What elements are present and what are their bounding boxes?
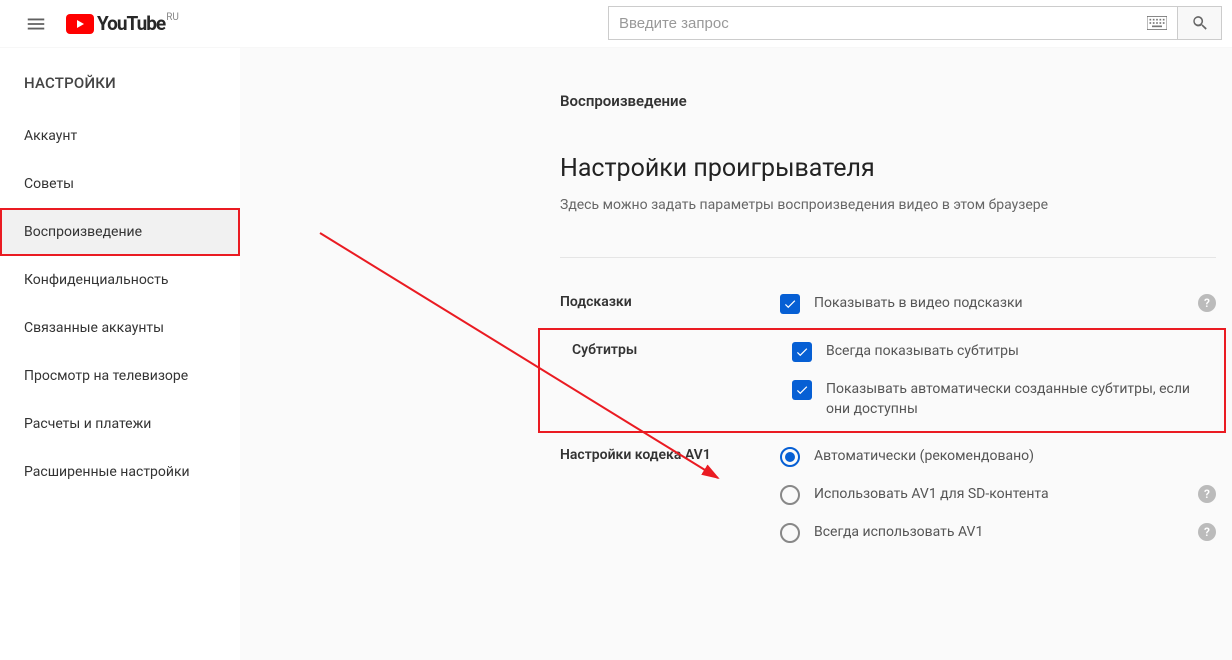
search-box: [608, 6, 1178, 40]
option-row: Автоматически (рекомендовано): [780, 447, 1216, 467]
sidebar-item-label: Просмотр на телевизоре: [24, 368, 188, 384]
page-description: Здесь можно задать параметры воспроизвед…: [560, 197, 1232, 213]
sidebar-item-connected[interactable]: Связанные аккаунты: [0, 304, 240, 352]
option-row: Использовать AV1 для SD-контента ?: [780, 485, 1216, 505]
help-icon[interactable]: ?: [1198, 485, 1216, 503]
sidebar-item-label: Связанные аккаунты: [24, 320, 164, 336]
checkbox-auto-subs[interactable]: [792, 380, 812, 400]
option-row: Всегда использовать AV1 ?: [780, 523, 1216, 543]
sidebar-item-label: Расчеты и платежи: [24, 416, 151, 432]
divider: [560, 257, 1216, 258]
help-icon[interactable]: ?: [1198, 294, 1216, 312]
option-label: Всегда показывать субтитры: [826, 342, 1214, 362]
help-icon[interactable]: ?: [1198, 523, 1216, 541]
option-label: Использовать AV1 для SD-контента: [814, 485, 1184, 505]
setting-group-head: Субтитры: [572, 342, 792, 358]
keyboard-icon[interactable]: [1147, 16, 1167, 30]
sidebar-item-label: Аккаунт: [24, 128, 77, 144]
setting-group-head: Настройки кодека AV1: [560, 447, 780, 463]
checkbox-show-hints[interactable]: [780, 294, 800, 314]
check-icon: [783, 297, 797, 311]
setting-group-body: Показывать в видео подсказки ?: [780, 294, 1216, 314]
body: НАСТРОЙКИ Аккаунт Советы Воспроизведение…: [0, 48, 1232, 660]
radio-av1-sd[interactable]: [780, 485, 800, 505]
setting-group-body: Всегда показывать субтитры Показывать ав…: [792, 342, 1214, 419]
main-content: Воспроизведение Настройки проигрывателя …: [240, 48, 1232, 660]
option-row: Показывать автоматически созданные субти…: [792, 380, 1214, 419]
search-area: [608, 6, 1222, 40]
sidebar-item-label: Расширенные настройки: [24, 464, 190, 480]
search-button[interactable]: [1178, 6, 1222, 40]
option-row: Всегда показывать субтитры: [792, 342, 1214, 362]
search-icon: [1191, 14, 1209, 32]
sidebar-title: НАСТРОЙКИ: [0, 66, 240, 112]
setting-group-hints: Подсказки Показывать в видео подсказки ?: [560, 280, 1216, 328]
option-label: Автоматически (рекомендовано): [814, 447, 1216, 467]
sidebar-item-account[interactable]: Аккаунт: [0, 112, 240, 160]
sidebar-item-playback[interactable]: Воспроизведение: [0, 208, 240, 256]
logo-region: RU: [166, 12, 179, 23]
page-title: Настройки проигрывателя: [560, 154, 1232, 183]
option-label: Показывать в видео подсказки: [814, 294, 1184, 314]
sidebar-item-label: Воспроизведение: [24, 224, 142, 240]
sidebar-item-privacy[interactable]: Конфиденциальность: [0, 256, 240, 304]
search-input[interactable]: [619, 15, 1147, 32]
logo[interactable]: YouTube RU: [66, 12, 179, 35]
setting-group-body: Автоматически (рекомендовано) Использова…: [780, 447, 1216, 543]
setting-group-subtitles: Субтитры Всегда показывать субтитры Пока…: [538, 328, 1226, 433]
setting-group-av1: Настройки кодека AV1 Автоматически (реко…: [560, 433, 1216, 557]
youtube-play-icon: [66, 14, 94, 34]
option-row: Показывать в видео подсказки ?: [780, 294, 1216, 314]
check-icon: [795, 383, 809, 397]
setting-group-head: Подсказки: [560, 294, 780, 310]
menu-button[interactable]: [16, 4, 56, 44]
sidebar: НАСТРОЙКИ Аккаунт Советы Воспроизведение…: [0, 48, 240, 660]
header: YouTube RU: [0, 0, 1232, 48]
check-icon: [795, 345, 809, 359]
sidebar-item-label: Советы: [24, 176, 74, 192]
sidebar-item-tv[interactable]: Просмотр на телевизоре: [0, 352, 240, 400]
sidebar-item-advanced[interactable]: Расширенные настройки: [0, 448, 240, 496]
sidebar-item-label: Конфиденциальность: [24, 272, 168, 288]
page-breadcrumb: Воспроизведение: [560, 92, 1232, 110]
sidebar-item-tips[interactable]: Советы: [0, 160, 240, 208]
checkbox-always-show-subs[interactable]: [792, 342, 812, 362]
logo-text: YouTube: [97, 12, 165, 35]
radio-av1-auto[interactable]: [780, 447, 800, 467]
option-label: Показывать автоматически созданные субти…: [826, 380, 1214, 419]
radio-av1-always[interactable]: [780, 523, 800, 543]
hamburger-icon: [25, 13, 47, 35]
option-label: Всегда использовать AV1: [814, 523, 1184, 543]
sidebar-item-billing[interactable]: Расчеты и платежи: [0, 400, 240, 448]
